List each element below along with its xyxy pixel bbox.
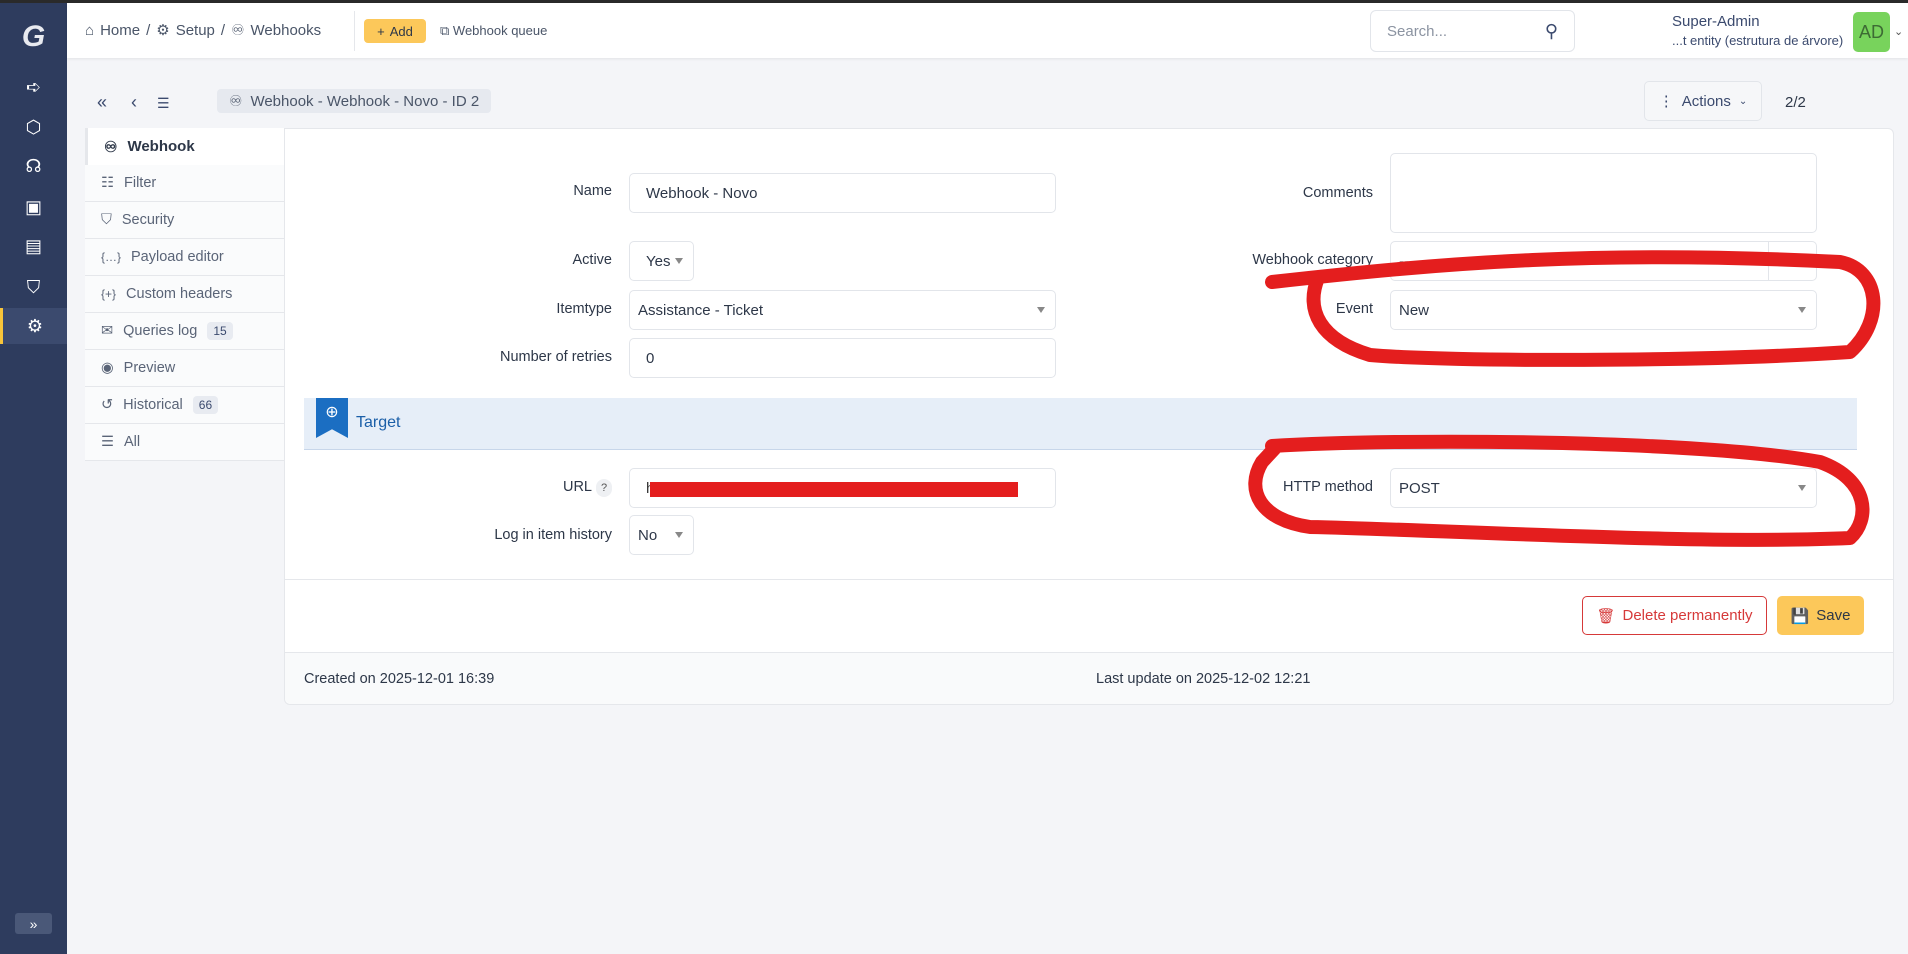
annotation-overlay xyxy=(1248,250,1881,547)
annotation-circle-event xyxy=(1265,250,1881,367)
annotation-circle-http-method xyxy=(1248,434,1870,547)
